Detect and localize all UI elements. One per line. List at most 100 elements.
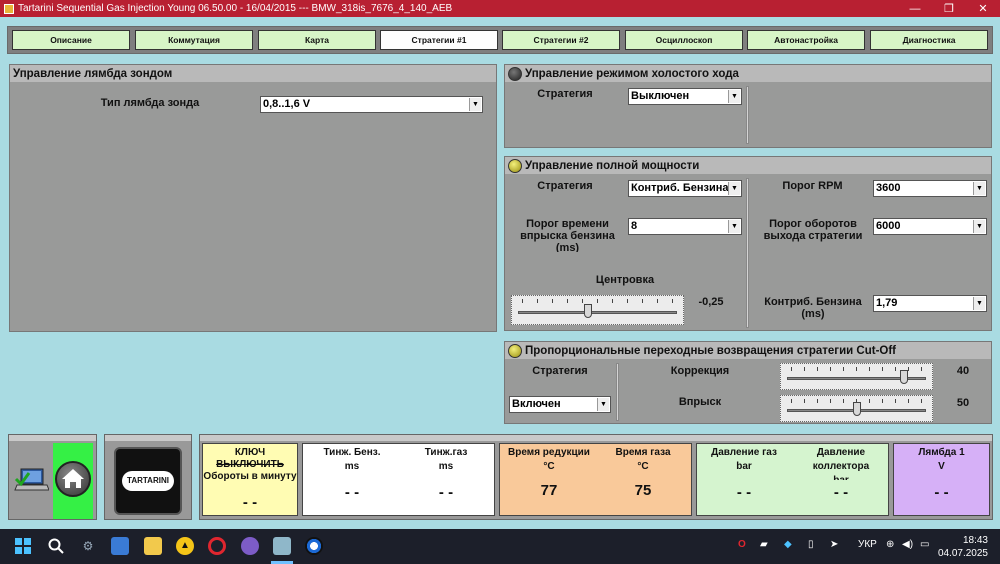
rpm-threshold-select[interactable]: 3600 ▼ (873, 180, 987, 197)
manifold-pressure-label: Давление коллектора (812, 447, 870, 472)
tab-strategies-1[interactable]: Стратегии #1 (380, 30, 498, 50)
slider-thumb[interactable] (852, 402, 861, 416)
box-header (105, 435, 191, 441)
petrol-contrib-label: Контриб. Бензина (ms) (764, 296, 862, 320)
box-header (200, 435, 992, 441)
petrol-contrib-select[interactable]: 1,79 ▼ (873, 295, 987, 312)
tinj-petrol-label: Тинж. Бенз. (323, 447, 381, 458)
correction-slider[interactable] (780, 363, 933, 390)
status-led-icon (508, 343, 522, 358)
box-header (9, 435, 96, 441)
inj-threshold-select[interactable]: 8 ▼ (628, 218, 742, 235)
tartarini-app-icon[interactable] (273, 537, 291, 555)
inj-threshold-value: 8 (631, 220, 638, 232)
cutoff-strategy-select[interactable]: Включен ▼ (509, 396, 611, 413)
cutoff-strategy-label: Стратегия (532, 365, 588, 377)
lambda1-unit: V (938, 461, 945, 472)
file-explorer-icon[interactable] (144, 537, 162, 555)
temperature-card: Время редукции °C 77 Время газа °C 75 (499, 443, 692, 516)
settings-gear-icon[interactable]: ⚙ (79, 537, 97, 555)
chevron-down-icon[interactable]: ▼ (728, 182, 740, 195)
close-button[interactable]: ✕ (966, 2, 1000, 15)
fullpower-strategy-select[interactable]: Контриб. Бензина ▼ (628, 180, 742, 197)
gas-pressure-unit: bar (736, 461, 752, 472)
idle-strategy-label: Стратегия (537, 88, 593, 100)
tray-app-icon[interactable]: ▰ (760, 539, 768, 550)
tab-strategies-2[interactable]: Стратегии #2 (502, 30, 620, 50)
petrol-contrib-value: 1,79 (876, 297, 898, 309)
cutoff-panel-title-text: Пропорциональные переходные возвращения … (525, 344, 897, 357)
idle-strategy-select[interactable]: Выключен ▼ (628, 88, 742, 105)
tartarini-logo: TARTARINI (114, 447, 182, 515)
usb-tray-icon[interactable]: ▯ (808, 539, 814, 550)
maximize-button[interactable]: ❐ (932, 2, 966, 15)
photos-app-icon[interactable] (111, 537, 129, 555)
centering-slider[interactable] (511, 295, 684, 325)
rpm-threshold-label: Порог RPM (782, 180, 843, 192)
tinj-petrol-value: - - (344, 484, 360, 501)
search-icon[interactable] (47, 537, 65, 555)
logo-text: TARTARINI (122, 471, 174, 491)
divider (746, 86, 749, 144)
chevron-down-icon[interactable]: ▼ (728, 220, 740, 233)
correction-label: Коррекция (670, 365, 730, 377)
globe-icon[interactable]: ⊕ (886, 539, 894, 550)
correction-value: 40 (956, 365, 970, 377)
chevron-down-icon[interactable]: ▼ (973, 182, 985, 195)
viber-icon[interactable] (241, 537, 259, 555)
lambda-type-label: Тип лямбда зонда (100, 97, 200, 109)
bmw-app-icon[interactable] (305, 537, 323, 555)
opera-browser-icon[interactable] (208, 537, 226, 555)
clock-date: 04.07.2025 (937, 548, 988, 559)
logo-box: TARTARINI (104, 434, 192, 520)
tab-switching[interactable]: Коммутация (135, 30, 253, 50)
rpm-threshold-value: 3600 (876, 182, 901, 194)
warning-app-icon[interactable]: ▲ (176, 537, 194, 555)
battery-icon[interactable]: ▭ (920, 539, 929, 550)
tab-description[interactable]: Описание (12, 30, 130, 50)
tab-oscilloscope[interactable]: Осциллоскоп (625, 30, 743, 50)
language-indicator[interactable]: УКР (858, 539, 877, 550)
taskbar: ⚙ ▲ O ▰ ◆ ▯ ➤ УКР ⊕ ◀) ▭ 18:43 04.07.202… (0, 529, 1000, 564)
chevron-down-icon[interactable]: ▼ (728, 90, 740, 103)
home-icon (55, 461, 91, 497)
status-led-icon (508, 158, 522, 173)
network-tray-icon[interactable]: ◆ (784, 539, 792, 550)
slider-thumb[interactable] (584, 304, 593, 318)
tab-autotune[interactable]: Автонастройка (747, 30, 865, 50)
location-tray-icon[interactable]: ➤ (830, 539, 838, 550)
exit-rpm-value: 6000 (876, 220, 901, 232)
injection-time-card: Тинж. Бенз. ms - - Тинж.газ ms - - (302, 443, 495, 516)
pressure-card: Давление газ bar - - Давление коллектора… (696, 443, 889, 516)
opera-tray-icon[interactable]: O (738, 539, 746, 550)
injection-value: 50 (956, 397, 970, 409)
volume-icon[interactable]: ◀) (902, 539, 913, 550)
chevron-down-icon[interactable]: ▼ (973, 297, 985, 310)
chevron-down-icon[interactable]: ▼ (973, 220, 985, 233)
gas-pressure-label: Давление газ (711, 447, 777, 458)
cutoff-panel-title: Пропорциональные переходные возвращения … (505, 342, 991, 359)
manifold-pressure-value: - - (833, 484, 849, 501)
rpm-value: - - (242, 494, 258, 511)
slider-thumb[interactable] (899, 370, 908, 384)
centering-label: Центровка (595, 274, 655, 286)
chevron-down-icon[interactable]: ▼ (597, 398, 609, 411)
system-clock[interactable]: 18:43 04.07.2025 (938, 534, 988, 560)
minimize-button[interactable]: — (898, 3, 932, 15)
tab-map[interactable]: Карта (258, 30, 376, 50)
lambda-type-select[interactable]: 0,8..1,6 V ▼ (260, 96, 483, 113)
tab-diagnostics[interactable]: Диагностика (870, 30, 988, 50)
home-button[interactable] (53, 443, 93, 519)
lambda1-label: Лямбда 1 (918, 447, 965, 458)
laptop-connection-icon[interactable] (13, 465, 50, 497)
idle-panel: Управление режимом холостого хода Страте… (504, 64, 992, 148)
divider (616, 363, 619, 421)
injection-slider[interactable] (780, 395, 933, 422)
reducer-unit: °C (543, 461, 555, 472)
windows-start-icon[interactable] (14, 537, 32, 555)
chevron-down-icon[interactable]: ▼ (469, 98, 481, 111)
exit-rpm-select[interactable]: 6000 ▼ (873, 218, 987, 235)
tinj-gas-unit: ms (438, 461, 454, 472)
title-bar: Tartarini Sequential Gas Injection Young… (0, 0, 1000, 17)
injection-label: Впрыск (678, 396, 722, 408)
